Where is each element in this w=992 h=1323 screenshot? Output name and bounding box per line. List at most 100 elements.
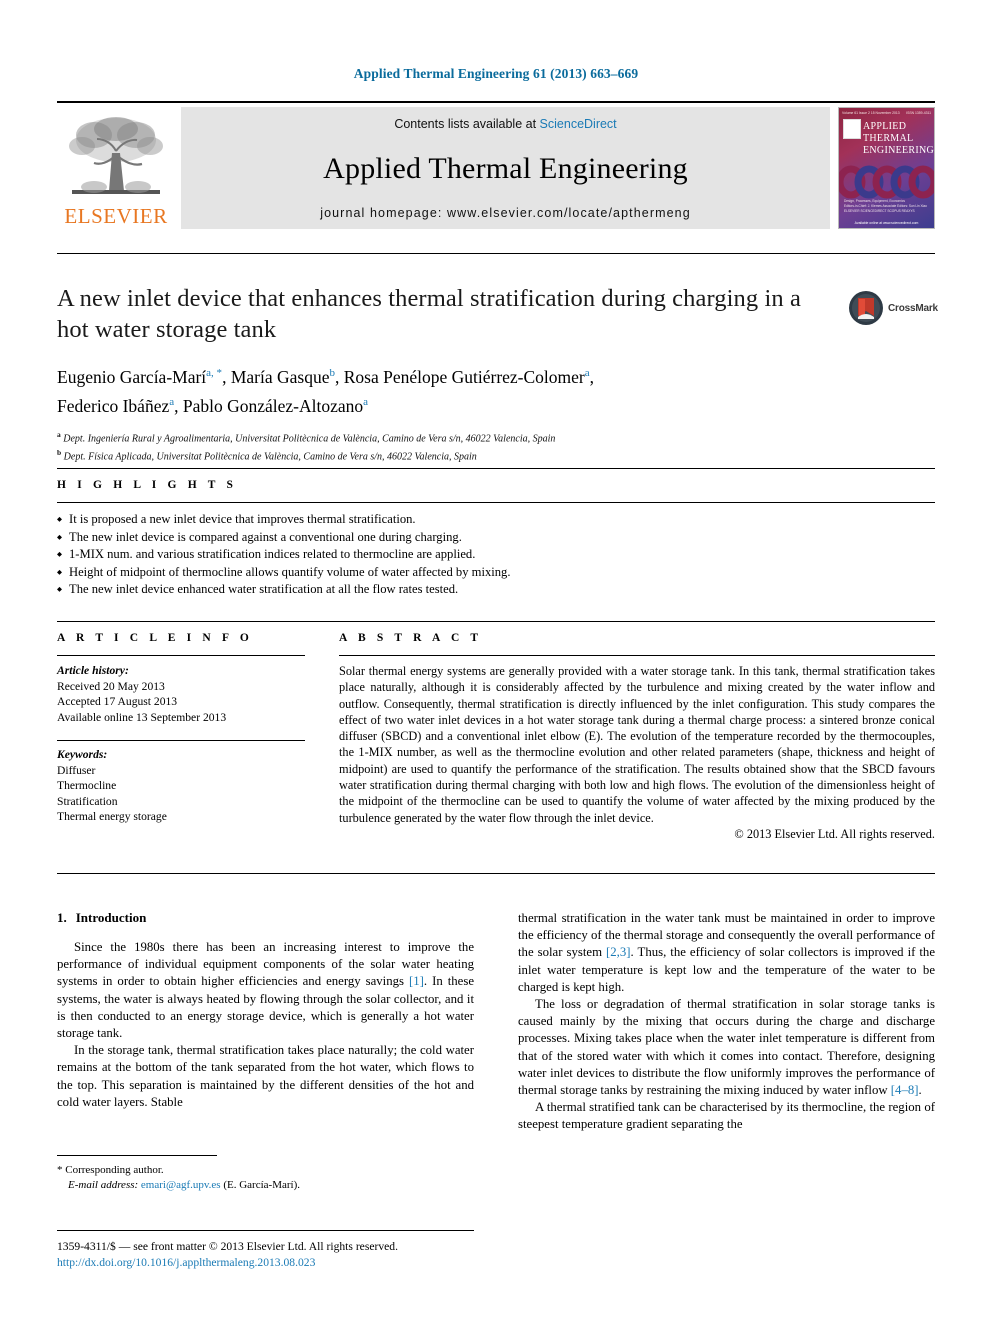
doi-link[interactable]: http://dx.doi.org/10.1016/j.applthermale… [57,1255,577,1271]
footnote-rule [57,1155,217,1156]
keyword-item: Thermocline [57,779,117,792]
email-label: E-mail address: [68,1179,139,1191]
keywords-label: Keywords: [57,748,108,761]
body-column-left: 1. Introduction Since the 1980s there has… [57,910,474,1134]
citation-link[interactable]: [2,3] [606,945,631,959]
corresponding-author-note: * Corresponding author. [57,1163,474,1178]
article-info-rule [57,655,305,656]
elsevier-logo: ELSEVIER [57,107,175,229]
elsevier-tree-icon [69,117,163,194]
keywords-block: Keywords: Diffuser Thermocline Stratific… [57,747,305,825]
article-history-label: Article history: [57,664,129,677]
author-affil-mark: a [363,395,369,408]
masthead-bottom-rule [57,253,935,254]
running-head: Applied Thermal Engineering 61 (2013) 66… [353,66,639,81]
crossmark-badge[interactable]: CrossMark [848,288,940,328]
journal-cover-thumbnail[interactable]: Volume 61 Issue 2 15 November 2013 ISSN … [838,107,935,229]
highlights-section: H I G H L I G H T S It is proposed a new… [57,479,935,599]
info-top-rule [57,621,935,622]
paragraph: In the storage tank, thermal stratificat… [57,1043,474,1109]
contents-prefix: Contents lists available at [394,117,537,131]
sciencedirect-link[interactable]: ScienceDirect [540,117,617,131]
title-block: A new inlet device that enhances thermal… [57,283,827,464]
citation-link[interactable]: [1] [409,974,424,988]
author-name: Pablo González-Altozano [182,395,364,416]
affiliation-list: a Dept. Ingeniería Rural y Agroalimentar… [57,428,827,465]
affiliation-mark: b [57,447,62,457]
cover-footer-text: Design, Processes, Equipment, Economics … [844,199,929,214]
email-link[interactable]: emari@agf.upv.es [141,1179,221,1191]
author-name: María Gasque [230,366,330,387]
issn-copyright-line: 1359-4311/$ — see front matter © 2013 El… [57,1240,398,1253]
cover-title-line3: ENGINEERING [863,145,935,156]
author-list: Eugenio García-María, *, María Gasqueb, … [57,361,827,419]
cover-corner-right: ISSN 1359-4311 [906,111,931,115]
page-title: A new inlet device that enhances thermal… [57,285,801,343]
crossmark-label: CrossMark [888,302,938,314]
journal-band: Contents lists available at ScienceDirec… [181,107,830,229]
paragraph: thermal stratification in the water tank… [518,911,935,994]
journal-homepage-link[interactable]: journal homepage: www.elsevier.com/locat… [320,206,691,220]
abstract-label: A B S T R A C T [339,632,483,644]
cover-corner-left: Volume 61 Issue 2 15 November 2013 [842,111,900,115]
journal-masthead: ELSEVIER Contents lists available at Sci… [57,101,935,229]
highlights-label: H I G H L I G H T S [57,479,238,491]
author-name: Federico Ibáñez [57,395,170,416]
contents-available-line: Contents lists available at ScienceDirec… [394,117,616,131]
author-sep: , [589,366,595,387]
abstract-rule [339,655,935,656]
article-info-section: A R T I C L E I N F O Article history: R… [57,632,305,842]
cover-badge: Available online at www.sciencedirect.co… [854,221,919,225]
cover-elsevier-mark [843,119,861,139]
author-name: Rosa Penélope Gutiérrez-Colomer [343,366,585,387]
keyword-item: Diffuser [57,763,96,777]
author-sep: , [174,395,183,416]
cover-rings-graphic [839,165,934,199]
history-accepted: Accepted 17 August 2013 [57,695,178,708]
list-item: It is proposed a new inlet device that i… [57,511,935,529]
list-item: The new inlet device is compared against… [57,529,935,547]
footnote-block: * Corresponding author. E-mail address: … [57,1163,474,1193]
list-item: Height of midpoint of thermocline allows… [57,564,935,582]
keywords-rule [57,740,305,741]
body-top-rule [57,873,935,874]
cover-title-line1: APPLIED [863,121,907,132]
author-sep: , [334,366,344,387]
highlights-list: It is proposed a new inlet device that i… [57,511,935,599]
affiliation-text: Dept. Ingeniería Rural y Agroalimentaria… [63,432,556,444]
author-affil-mark: a, * [206,367,223,379]
body-columns: 1. Introduction Since the 1980s there has… [57,910,935,1134]
keyword-item: Thermal energy storage [57,810,167,823]
list-item: 1-MIX num. and various stratification in… [57,546,935,564]
corresponding-label: Corresponding author. [65,1164,164,1176]
journal-title: Applied Thermal Engineering [323,151,688,185]
corresponding-marker: * [57,1164,63,1176]
paragraph: Since the 1980s there has been an increa… [57,940,474,1041]
author-sep: , [222,366,231,387]
abstract-section: A B S T R A C T Solar thermal energy sys… [339,632,935,842]
article-history-block: Article history: Received 20 May 2013 Ac… [57,663,305,725]
footer-rule [57,1230,474,1231]
cover-title: APPLIED THERMAL ENGINEERING [863,121,934,157]
list-item: The new inlet device enhanced water stra… [57,581,935,599]
paper-page: Applied Thermal Engineering 61 (2013) 66… [0,0,992,1323]
history-available: Available online 13 September 2013 [57,710,227,724]
section-heading-introduction: 1. Introduction [57,910,474,926]
author-name: Eugenio García-Marí [57,366,207,387]
crossmark-icon [849,291,883,325]
paragraph: A thermal stratified tank can be charact… [518,1100,935,1132]
paragraph: The loss or degradation of thermal strat… [518,997,935,1098]
affiliation-item: a Dept. Ingeniería Rural y Agroalimentar… [57,428,827,446]
section-title: Introduction [75,910,147,925]
highlights-top-rule [57,468,935,469]
cover-footer-c: ELSEVIER SCIENCEDIRECT SCOPUS REAXYS [844,209,915,213]
history-received: Received 20 May 2013 [57,679,165,693]
abstract-copyright: © 2013 Elsevier Ltd. All rights reserved… [734,826,935,841]
highlights-rule [57,502,935,503]
body-column-right: thermal stratification in the water tank… [518,910,935,1134]
abstract-text: Solar thermal energy systems are general… [339,664,935,825]
citation-link[interactable]: [4–8] [891,1083,919,1097]
section-number: 1. [57,910,67,925]
footer-block: 1359-4311/$ — see front matter © 2013 El… [57,1239,577,1271]
cover-header-text: Volume 61 Issue 2 15 November 2013 ISSN … [842,111,931,119]
